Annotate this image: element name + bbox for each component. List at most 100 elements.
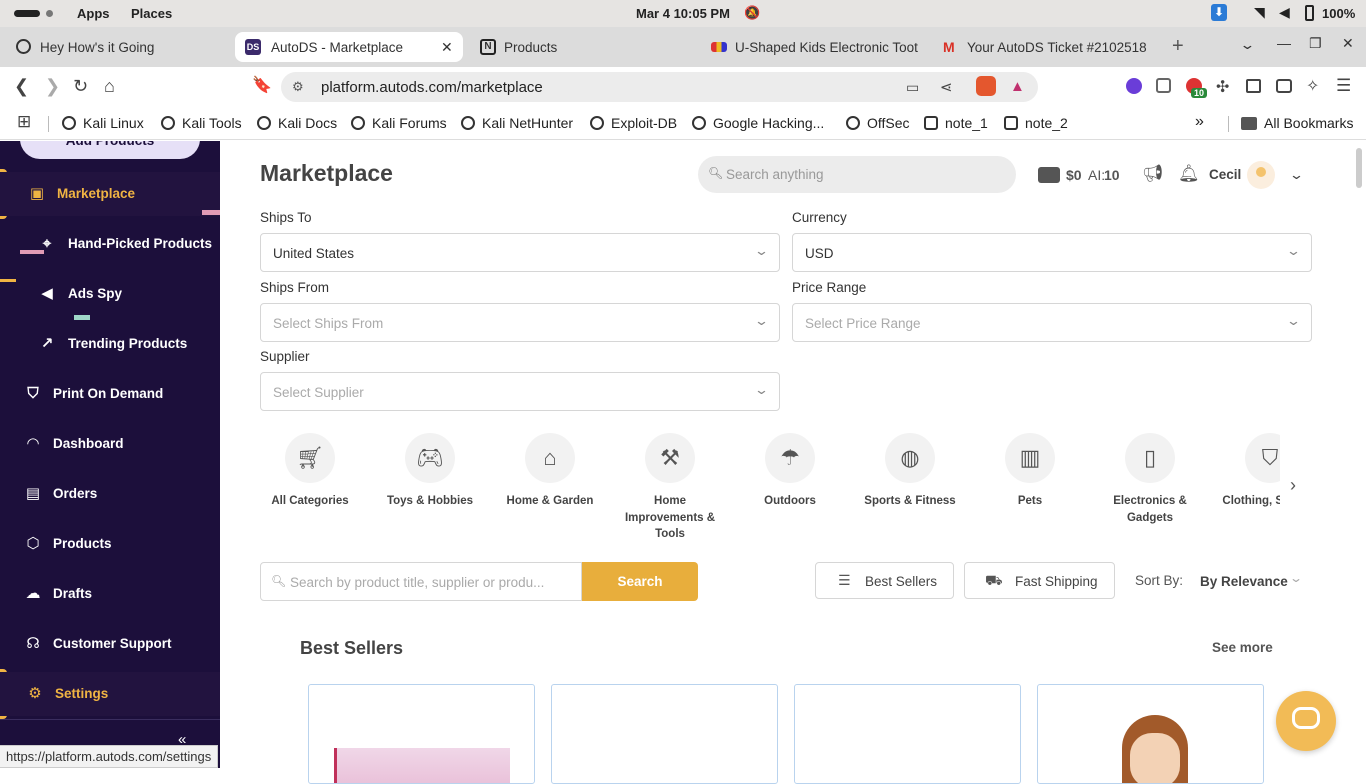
bookmark-kali-tools[interactable]: Kali Tools [161, 115, 242, 131]
category-clothing[interactable]: ⛉Clothing, S Jewel [1215, 433, 1280, 510]
tab-u-shaped-toothbrush[interactable]: U-Shaped Kids Electronic Toot [711, 32, 919, 62]
product-card[interactable] [794, 684, 1021, 784]
bookmark-kali-docs[interactable]: Kali Docs [257, 115, 337, 131]
extension-proton-icon[interactable] [1126, 78, 1142, 94]
chat-widget-button[interactable] [1276, 691, 1336, 751]
bookmark-kali-nethunter[interactable]: Kali NetHunter [461, 115, 573, 131]
tab-autods-marketplace[interactable]: DS AutoDS - Marketplace ✕ [235, 32, 463, 62]
battery-icon [1305, 5, 1314, 21]
home-icon[interactable]: ⌂ [104, 76, 115, 96]
sidebar-item-marketplace[interactable]: ▣ Marketplace [0, 172, 220, 216]
category-electronics[interactable]: ▯ Electronics & Gadgets [1095, 433, 1205, 526]
tab-hey-hows-it-going[interactable]: Hey How's it Going [16, 32, 226, 62]
category-all[interactable]: 🛒︎ All Categories [255, 433, 365, 510]
category-pets[interactable]: ▥ Pets [975, 433, 1085, 510]
sidebar-item-trending[interactable]: ↗ Trending Products [0, 322, 220, 366]
page-scrollbar[interactable] [1356, 148, 1362, 188]
bookmark-note-2[interactable]: note_2 [1004, 115, 1068, 131]
sidebar-item-customer-support[interactable]: ☊ Customer Support [0, 622, 220, 666]
new-tab-button[interactable]: + [1172, 35, 1184, 58]
avatar[interactable] [1247, 161, 1275, 189]
all-bookmarks[interactable]: All Bookmarks [1241, 115, 1353, 131]
announcements-megaphone-icon[interactable]: 📢︎ [1142, 164, 1164, 184]
user-menu-chevron-icon[interactable]: ⌄ [1289, 167, 1304, 183]
url-text[interactable]: platform.autods.com/marketplace [321, 79, 543, 96]
product-card[interactable] [1037, 684, 1264, 784]
kali-tools-icon [161, 116, 175, 130]
sidebar-item-settings[interactable]: ⚙ Settings [0, 672, 220, 716]
maximize-window-button[interactable]: ❐ [1309, 35, 1322, 52]
global-search-input[interactable]: 🔍︎ Search anything [698, 156, 1016, 193]
brave-shields-icon[interactable] [976, 76, 996, 96]
menu-hamburger-icon[interactable]: ☰ [1336, 76, 1351, 96]
apps-menu[interactable]: Apps [77, 6, 110, 21]
user-name[interactable]: Cecil [1209, 167, 1241, 182]
back-icon[interactable]: ❮ [14, 76, 29, 96]
gamepad-icon: 🎮︎ [405, 433, 455, 483]
extension-copy-icon[interactable] [1156, 78, 1171, 93]
brave-rewards-icon[interactable]: ▲ [1010, 78, 1025, 95]
bookmark-note-1[interactable]: note_1 [924, 115, 988, 131]
tab-autods-ticket[interactable]: M Your AutoDS Ticket #2102518 [943, 32, 1149, 62]
categories-next-chevron-icon[interactable]: › [1290, 475, 1296, 496]
box-icon: ⬡ [26, 535, 40, 552]
sidebar-item-print-on-demand[interactable]: ⛉ Print On Demand [0, 372, 220, 416]
fast-shipping-filter-button[interactable]: ⛟ Fast Shipping [964, 562, 1115, 599]
category-home-improvements[interactable]: ⚒ Home Improvements & Tools [615, 433, 725, 543]
cast-icon[interactable]: ▭ [906, 79, 919, 96]
category-toys-hobbies[interactable]: 🎮︎ Toys & Hobbies [375, 433, 485, 510]
category-outdoors[interactable]: ☂ Outdoors [735, 433, 845, 510]
sidebar-item-orders[interactable]: ▤ Orders [0, 472, 220, 516]
supplier-select[interactable]: Select Supplier ⌄ [260, 372, 780, 411]
reload-icon[interactable]: ↻ [73, 76, 88, 96]
best-sellers-filter-button[interactable]: ☰ Best Sellers [815, 562, 954, 599]
sidebar-item-drafts[interactable]: ☁ Drafts [0, 572, 220, 616]
extensions-puzzle-icon[interactable]: ✣ [1216, 77, 1229, 97]
minimize-window-button[interactable]: — [1277, 35, 1291, 51]
tab-search-chevron-icon[interactable]: ⌄ [1239, 37, 1255, 53]
sidebar-item-ads-spy[interactable]: ◀ Ads Spy [0, 272, 220, 316]
bookmark-offsec[interactable]: OffSec [846, 115, 910, 131]
sidebar-toggle-icon[interactable] [1246, 79, 1261, 93]
product-card[interactable] [551, 684, 778, 784]
balance-amount[interactable]: $0 [1066, 167, 1082, 183]
sidebar-item-hand-picked[interactable]: ⌖ Hand-Picked Products [0, 222, 220, 266]
product-search-input[interactable]: 🔍︎ Search by product title, supplier or … [260, 562, 582, 601]
site-info-icon[interactable]: ⚙ [292, 79, 304, 95]
volume-icon[interactable]: ◀ [1279, 4, 1290, 21]
sidebar-item-products[interactable]: ⬡ Products [0, 522, 220, 566]
apps-grid-icon[interactable]: ⊞ [17, 112, 31, 132]
places-menu[interactable]: Places [131, 6, 172, 21]
bookmark-kali-forums[interactable]: Kali Forums [351, 115, 447, 131]
clock[interactable]: Mar 4 10:05 PM [636, 6, 730, 21]
tab-close-icon[interactable]: ✕ [441, 39, 453, 56]
bookmark-exploit-db[interactable]: Exploit-DB [590, 115, 677, 131]
download-indicator-icon[interactable]: ⬇ [1211, 4, 1227, 21]
sort-by-select[interactable]: By Relevance [1200, 574, 1288, 589]
category-sports-fitness[interactable]: ◍ Sports & Fitness [855, 433, 965, 510]
close-window-button[interactable]: ✕ [1342, 35, 1354, 52]
more-bookmarks-chevron-icon[interactable]: » [1195, 113, 1204, 131]
share-icon[interactable]: ⋖ [940, 78, 953, 96]
notifications-bell-icon[interactable]: 🔔︎ [1178, 164, 1200, 184]
leo-ai-icon[interactable]: ✧ [1306, 76, 1319, 96]
bookmark-google-hacking[interactable]: Google Hacking... [692, 115, 824, 131]
add-products-button[interactable]: Add Products [20, 141, 200, 159]
product-card[interactable] [308, 684, 535, 784]
forward-icon[interactable]: ❯ [45, 76, 60, 96]
category-home-garden[interactable]: ⌂ Home & Garden [495, 433, 605, 510]
tab-products[interactable]: N Products [480, 32, 690, 62]
price-range-select[interactable]: Select Price Range ⌄ [792, 303, 1312, 342]
wifi-icon[interactable]: ◥ [1254, 4, 1265, 21]
currency-select[interactable]: USD ⌄ [792, 233, 1312, 272]
sort-chevron-icon[interactable]: ⌄ [1289, 571, 1303, 585]
ai-credits-value[interactable]: 10 [1104, 167, 1120, 183]
ships-from-select[interactable]: Select Ships From ⌄ [260, 303, 780, 342]
product-search-button[interactable]: Search [582, 562, 698, 601]
sidebar-item-dashboard[interactable]: ◠ Dashboard [0, 422, 220, 466]
wallet-icon[interactable] [1276, 79, 1292, 93]
ships-to-select[interactable]: United States ⌄ [260, 233, 780, 272]
bookmark-kali-linux[interactable]: Kali Linux [62, 115, 144, 131]
see-more-link[interactable]: See more [1212, 640, 1273, 655]
bookmark-page-icon[interactable]: 🔖 [252, 76, 272, 96]
